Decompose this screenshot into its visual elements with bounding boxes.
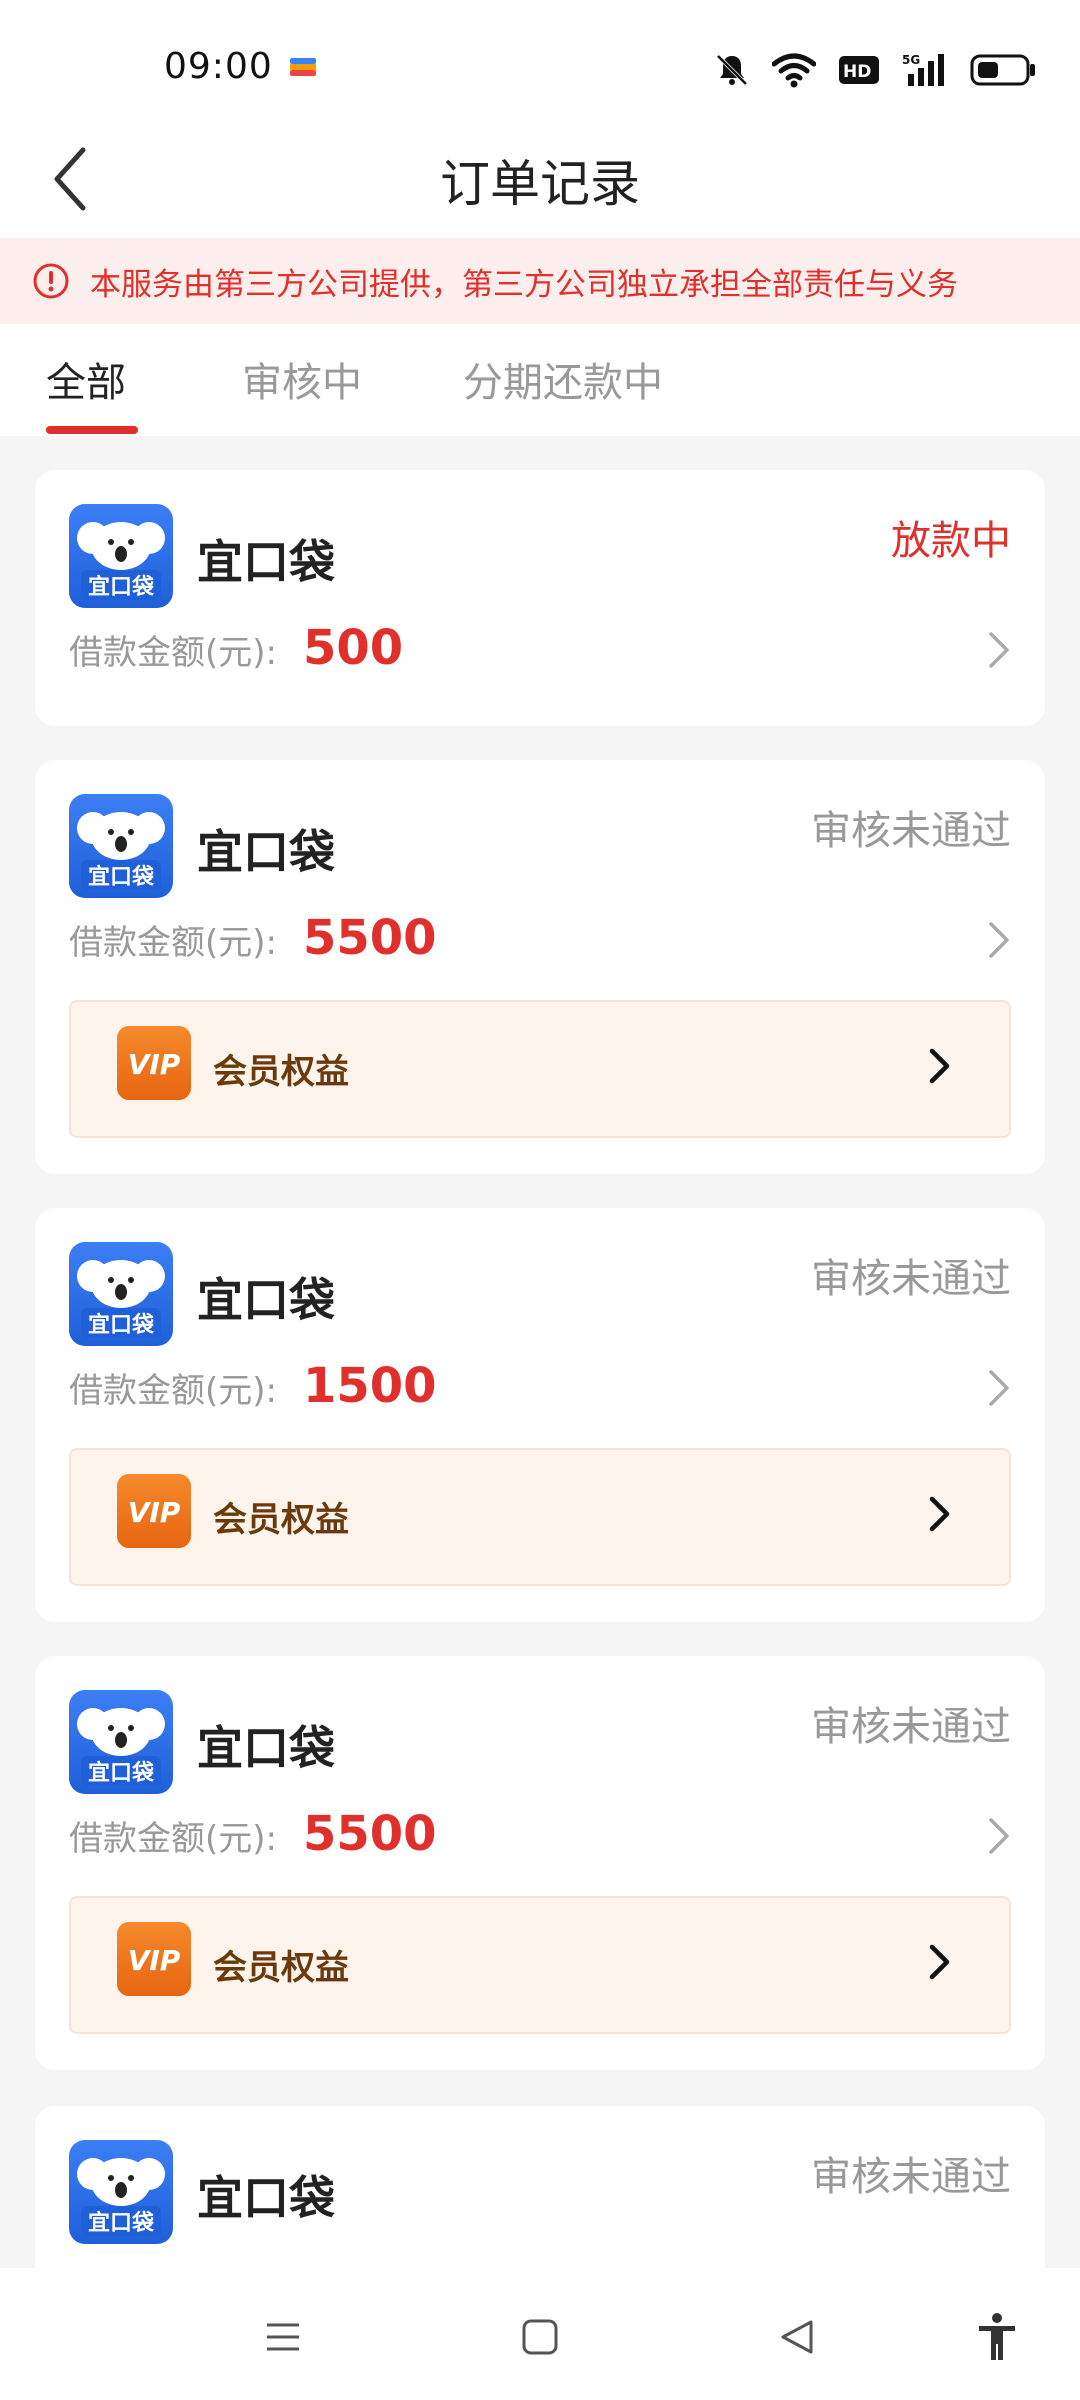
notice-banner: 本服务由第三方公司提供，第三方公司独立承担全部责任与义务 [0,238,1080,324]
app-notification-icon [290,58,316,76]
page-title: 订单记录 [440,155,640,213]
accessibility-icon [979,2313,1015,2360]
mute-bell-icon [716,54,748,86]
battery-icon [970,54,1035,86]
system-nav-bar [0,2268,1080,2400]
recent-apps-button[interactable] [258,2312,308,2362]
amount-label: 借款金额(元): [69,1371,277,1411]
chevron-right-icon [929,1496,950,1532]
vip-benefits-button[interactable]: VIP 会员权益 [69,1000,1011,1138]
vip-badge-icon: VIP [117,1474,191,1548]
order-card[interactable]: 宜口袋 宜口袋 审核未通过 借款金额(元): 1500 VIP 会员权益 [35,1208,1045,1622]
accessibility-button[interactable] [972,2312,1022,2362]
svg-text:5G: 5G [902,53,920,67]
header: 订单记录 [0,120,1080,238]
brand-logo-text: 宜口袋 [88,864,155,890]
tab-installment-repaying[interactable]: 分期还款中 [463,350,663,408]
brand-logo: 宜口袋 [69,1242,173,1346]
order-card[interactable]: 宜口袋 宜口袋 审核未通过 借款金额(元): 5500 VIP 会员权益 [35,1656,1045,2070]
amount-label: 借款金额(元): [69,1819,277,1859]
order-status: 审核未通过 [811,1704,1011,1750]
order-status: 审核未通过 [811,808,1011,854]
order-card[interactable]: 宜口袋 宜口袋 审核未通过 借款金额(元): 5500 VIP 会员权益 [35,760,1045,1174]
back-triangle-icon [781,2320,813,2354]
vip-badge-icon: VIP [117,1026,191,1100]
koala-logo-icon: 宜口袋 [77,1260,165,1338]
status-time: 09:00 [164,46,273,87]
chevron-right-icon[interactable] [983,628,1013,672]
vip-benefits-button[interactable]: VIP 会员权益 [69,1448,1011,1586]
order-card[interactable]: 宜口袋 宜口袋 放款中 借款金额(元): 500 [35,470,1045,726]
alert-circle-icon [33,263,69,299]
notice-text: 本服务由第三方公司提供，第三方公司独立承担全部责任与义务 [90,266,958,303]
chevron-right-icon[interactable] [983,1814,1013,1858]
wifi-icon [772,53,816,88]
brand-logo: 宜口袋 [69,2140,173,2244]
tab-active-indicator [46,426,138,434]
menu-icon [267,2323,299,2351]
hd-icon: HD [839,56,879,84]
tab-all[interactable]: 全部 [46,350,126,408]
tab-under-review[interactable]: 审核中 [242,350,362,408]
amount-value: 500 [302,620,404,676]
brand-name: 宜口袋 [197,1273,335,1327]
amount-value: 1500 [302,1358,437,1414]
order-status: 放款中 [891,518,1011,564]
brand-logo-text: 宜口袋 [88,1760,155,1786]
vip-badge-text: VIP [128,1944,181,1977]
koala-logo-icon: 宜口袋 [77,1708,165,1786]
order-records-screen: 09:00 HD 5G 订单记录 本服务由第三方公司提供，第三方公司独立承担全部… [0,0,1080,2400]
brand-logo: 宜口袋 [69,794,173,898]
vip-badge-text: VIP [128,1496,181,1529]
vip-benefits-label: 会员权益 [213,1948,349,1988]
amount-row: 借款金额(元): 5500 [69,1806,437,1866]
vip-badge-icon: VIP [117,1922,191,1996]
tab-bar: 全部 审核中 分期还款中 [0,324,1080,436]
brand-logo-text: 宜口袋 [88,1312,155,1338]
koala-logo-icon: 宜口袋 [77,2158,165,2236]
brand-logo-text: 宜口袋 [88,574,155,600]
amount-value: 5500 [302,910,437,966]
amount-value: 5500 [302,1806,437,1862]
signal-5g-icon: 5G [902,53,944,86]
amount-row: 借款金额(元): 1500 [69,1358,437,1418]
brand-name: 宜口袋 [197,535,335,589]
vip-badge-text: VIP [128,1048,181,1081]
brand-name: 宜口袋 [197,2171,335,2225]
brand-name: 宜口袋 [197,1721,335,1775]
vip-benefits-button[interactable]: VIP 会员权益 [69,1896,1011,2034]
home-button[interactable] [515,2312,565,2362]
order-status: 审核未通过 [811,2154,1011,2200]
amount-row: 借款金额(元): 5500 [69,910,437,970]
brand-name: 宜口袋 [197,825,335,879]
chevron-right-icon [929,1944,950,1980]
home-square-icon [522,2319,558,2355]
order-status: 审核未通过 [811,1256,1011,1302]
status-bar: 09:00 HD 5G [0,0,1080,140]
amount-label: 借款金额(元): [69,633,277,673]
chevron-right-icon[interactable] [983,1366,1013,1410]
brand-logo: 宜口袋 [69,504,173,608]
status-icons: HD 5G [714,48,1036,92]
amount-label: 借款金额(元): [69,923,277,963]
koala-logo-icon: 宜口袋 [77,522,165,600]
system-back-button[interactable] [772,2312,822,2362]
chevron-right-icon[interactable] [983,918,1013,962]
koala-logo-icon: 宜口袋 [77,812,165,890]
amount-row: 借款金额(元): 500 [69,620,403,680]
chevron-right-icon [929,1048,950,1084]
vip-benefits-label: 会员权益 [213,1500,349,1540]
brand-logo: 宜口袋 [69,1690,173,1794]
brand-logo-text: 宜口袋 [88,2210,155,2236]
vip-benefits-label: 会员权益 [213,1052,349,1092]
svg-text:HD: HD [843,62,871,82]
